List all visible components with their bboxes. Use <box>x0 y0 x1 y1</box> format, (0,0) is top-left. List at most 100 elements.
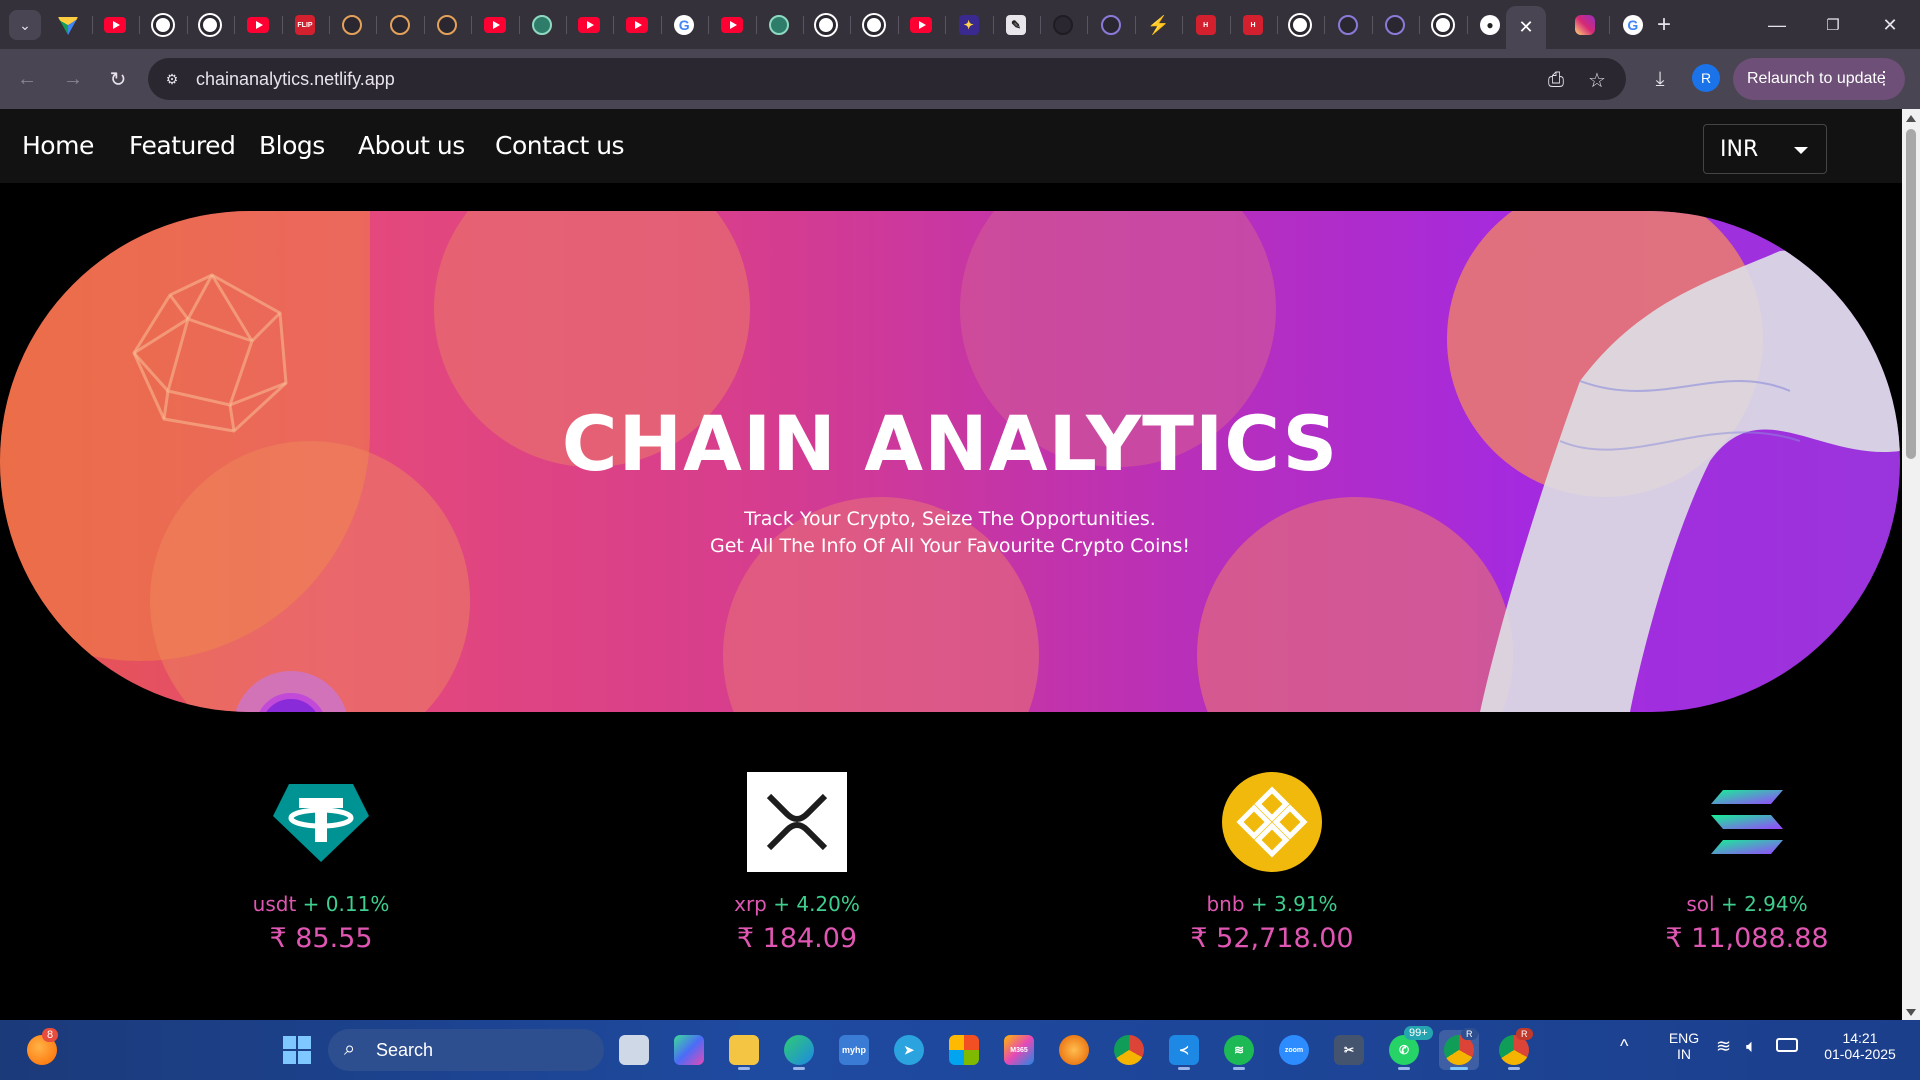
browser-tab[interactable] <box>1095 8 1127 42</box>
browser-tab[interactable] <box>716 8 748 42</box>
search-icon: ⌕ <box>344 1038 356 1060</box>
downloads-icon[interactable]: ⤓ <box>1644 63 1676 95</box>
restore-icon[interactable]: ❐ <box>1813 10 1853 40</box>
chrome-profile2-button[interactable]: R <box>1494 1028 1534 1070</box>
browser-tab[interactable] <box>526 8 558 42</box>
browser-tab[interactable] <box>810 8 842 42</box>
scrollbar-thumb[interactable] <box>1906 129 1916 459</box>
browser-tab[interactable] <box>52 8 84 42</box>
relaunch-label: Relaunch to update <box>1747 70 1886 87</box>
nav-about-link[interactable]: About us <box>358 131 465 160</box>
coin-card-xrp[interactable]: xrp + 4.20% ₹ 184.09 <box>647 772 947 954</box>
vscode-button[interactable]: ≺ <box>1164 1030 1204 1070</box>
browser-tab[interactable] <box>573 8 605 42</box>
browser-tab[interactable] <box>621 8 653 42</box>
browser-tab[interactable]: ⚡ <box>1142 8 1174 42</box>
scroll-down-icon[interactable] <box>1906 1009 1916 1016</box>
browser-tab[interactable] <box>1332 8 1364 42</box>
coin-card-bnb[interactable]: bnb + 3.91% ₹ 52,718.00 <box>1122 772 1422 954</box>
relaunch-button[interactable]: Relaunch to update ⋮ <box>1733 58 1905 100</box>
address-bar[interactable]: ⚙ chainanalytics.netlify.app ⎙ ☆ <box>148 58 1626 100</box>
firefox-button[interactable] <box>1054 1030 1094 1070</box>
profile-avatar[interactable]: R <box>1692 64 1720 92</box>
browser-tab[interactable] <box>905 8 937 42</box>
browser-tab[interactable]: ✦ <box>953 8 985 42</box>
browser-tab[interactable] <box>336 8 368 42</box>
currency-select[interactable]: INR <box>1703 124 1827 174</box>
wifi-icon[interactable]: ≋ <box>1716 1036 1731 1057</box>
browser-tab[interactable] <box>1284 8 1316 42</box>
myhp-button[interactable]: myhp <box>834 1030 874 1070</box>
browser-tab[interactable]: H <box>1237 8 1269 42</box>
bolt-icon: ⚡ <box>1146 14 1170 35</box>
copilot-button[interactable] <box>669 1030 709 1070</box>
url-text[interactable]: chainanalytics.netlify.app <box>196 69 395 90</box>
active-tab-close-icon[interactable]: ✕ <box>1506 6 1546 49</box>
chrome-button[interactable] <box>1109 1030 1149 1070</box>
spotify-button[interactable]: ≋ <box>1219 1030 1259 1070</box>
browser-tab[interactable] <box>384 8 416 42</box>
zoom-button[interactable]: zoom <box>1274 1030 1314 1070</box>
clock[interactable]: 14:21 01-04-2025 <box>1812 1030 1908 1062</box>
nav-contact-link[interactable]: Contact us <box>495 131 625 160</box>
scroll-up-icon[interactable] <box>1906 115 1916 122</box>
browser-tab[interactable] <box>147 8 179 42</box>
m365-button[interactable]: M365 <box>999 1030 1039 1070</box>
browser-tab[interactable] <box>858 8 890 42</box>
task-view-button[interactable] <box>614 1030 654 1070</box>
file-explorer-button[interactable] <box>724 1030 764 1070</box>
browser-tab[interactable] <box>194 8 226 42</box>
browser-tab[interactable]: ● <box>1474 8 1506 42</box>
widgets-button[interactable]: 8 <box>22 1028 62 1070</box>
tab-separator <box>186 16 188 34</box>
edge-button[interactable] <box>779 1030 819 1070</box>
nav-blogs-link[interactable]: Blogs <box>259 131 325 160</box>
nav-home-link[interactable]: Home <box>22 131 94 160</box>
coin-percent: + 3.91% <box>1250 892 1338 916</box>
coin-change: bnb + 3.91% <box>1122 892 1422 916</box>
browser-tab[interactable] <box>1047 8 1079 42</box>
minimize-icon[interactable]: — <box>1757 10 1797 40</box>
language-indicator[interactable]: ENG IN <box>1666 1030 1702 1062</box>
browser-tab[interactable] <box>479 8 511 42</box>
browser-tab[interactable] <box>1427 8 1459 42</box>
browser-tab[interactable]: FLIP <box>289 8 321 42</box>
tab-search-button[interactable]: ⌄ <box>9 10 41 40</box>
coin-price: ₹ 11,088.88 <box>1665 923 1829 954</box>
browser-tab[interactable]: ✎ <box>1000 8 1032 42</box>
browser-tab[interactable] <box>431 8 463 42</box>
window-close-icon[interactable]: ✕ <box>1870 10 1910 40</box>
browser-tab[interactable]: H <box>1190 8 1222 42</box>
page-scrollbar[interactable] <box>1902 109 1920 1020</box>
browser-tab[interactable] <box>242 8 274 42</box>
site-info-icon[interactable]: ⚙ <box>162 69 182 89</box>
whatsapp-button[interactable]: ✆ 99+ <box>1384 1026 1433 1070</box>
forward-arrow-icon[interactable]: → <box>57 63 89 95</box>
browser-tab[interactable] <box>1379 8 1411 42</box>
reload-icon[interactable]: ↻ <box>102 63 134 95</box>
volume-icon[interactable]: 🔈︎ <box>1746 1036 1757 1057</box>
snipping-button[interactable]: ✂ <box>1329 1030 1369 1070</box>
browser-tab[interactable]: G <box>668 8 700 42</box>
back-arrow-icon[interactable]: ← <box>11 63 43 95</box>
bookmark-star-icon[interactable]: ☆ <box>1585 68 1609 92</box>
coin-card-usdt[interactable]: usdt + 0.11% ₹ 85.55 <box>171 772 471 954</box>
tab-separator <box>92 16 93 34</box>
chrome-profile-button[interactable]: R <box>1439 1028 1479 1070</box>
telegram-button[interactable]: ➤ <box>889 1030 929 1070</box>
browser-tab[interactable] <box>763 8 795 42</box>
nav-featured-link[interactable]: Featured <box>129 131 236 160</box>
taskbar-search[interactable]: ⌕ Search <box>328 1029 604 1071</box>
store-button[interactable] <box>944 1030 984 1070</box>
solana-icon <box>1711 790 1783 854</box>
install-app-icon[interactable]: ⎙ <box>1544 68 1568 92</box>
coin-card-sol[interactable]: sol + 2.94% ₹ 11,088.88 <box>1597 772 1897 954</box>
browser-tab[interactable]: G <box>1617 8 1649 42</box>
menu-dots-icon[interactable]: ⋮ <box>1875 68 1893 89</box>
start-button[interactable] <box>277 1030 317 1070</box>
battery-icon[interactable] <box>1776 1038 1798 1052</box>
tray-expand-icon[interactable]: ^ <box>1620 1036 1628 1057</box>
new-tab-button[interactable]: + <box>1649 10 1679 40</box>
browser-tab[interactable] <box>99 8 131 42</box>
browser-tab[interactable] <box>1569 8 1601 42</box>
